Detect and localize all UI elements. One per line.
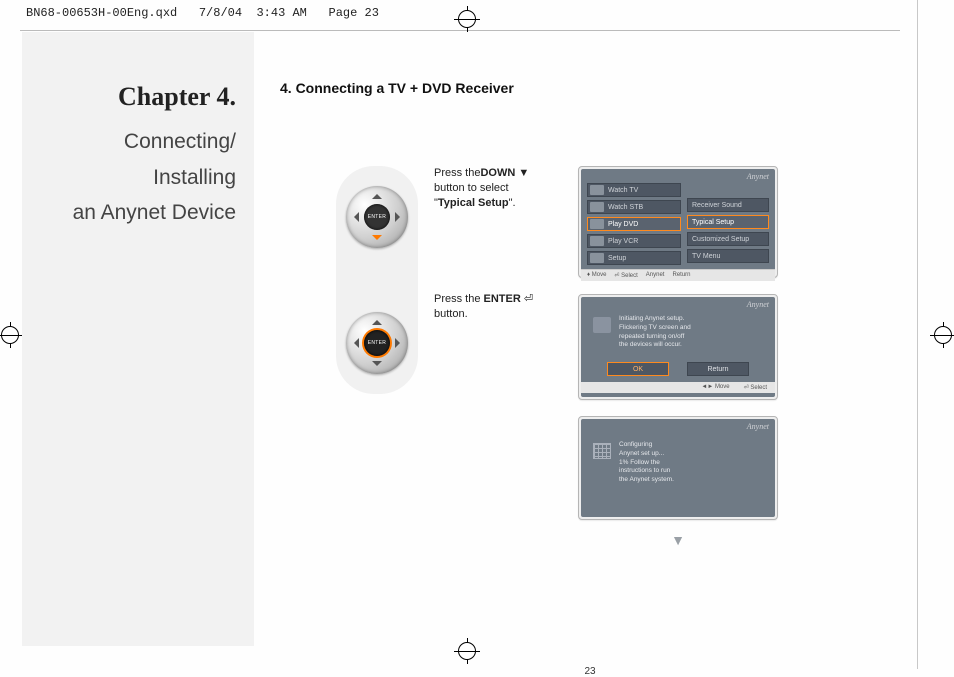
dpad-enter-highlight: ENTER [346,312,408,374]
anynet-logo: Anynet [747,422,769,431]
chapter-line3: an Anynet Device [22,195,236,231]
crop-mark-bottom [454,638,480,664]
return-button[interactable]: Return [687,362,749,376]
meta-time: 3:43 AM [256,6,306,20]
right-rule [917,0,918,669]
enter-icon: ⏎ [524,293,533,305]
menu-item-customized-setup[interactable]: Customized Setup [687,232,769,246]
menu-item-tv-menu[interactable]: TV Menu [687,249,769,263]
ok-button[interactable]: OK [607,362,669,376]
meta-file: BN68-00653H-00Eng.qxd [26,6,177,20]
chapter-line2: Installing [22,160,236,196]
screenshots-column: Anynet Watch TV Watch STB Play DVD Play … [578,166,778,548]
instruction-column: Press theDOWN ▼ button to select "Typica… [434,166,562,418]
chapter-line1: Connecting/ [22,124,236,160]
dialog-footer: ◄► Move ⏎ Select [581,382,775,393]
menu-item-watch-stb[interactable]: Watch STB [587,200,681,214]
dpad-center-label: ENTER [364,330,390,356]
menu-item-watch-tv[interactable]: Watch TV [587,183,681,197]
meta-page: Page 23 [329,6,379,20]
crop-mark-left [0,322,23,348]
dpad-down-highlight: ENTER [346,186,408,248]
menu-item-play-vcr[interactable]: Play VCR [587,234,681,248]
menu-item-setup[interactable]: Setup [587,251,681,265]
instruction-step-1: Press theDOWN ▼ button to select "Typica… [434,166,562,292]
section-title: 4. Connecting a TV + DVD Receiver [280,80,900,96]
menu-right-list: Receiver Sound Typical Setup Customized … [687,183,769,265]
tv-frame-3: Anynet Configuring Anynet set up... 1% F… [578,416,778,520]
print-meta: BN68-00653H-00Eng.qxd 7/8/04 3:43 AM Pag… [26,6,379,20]
setup-icon [593,317,611,333]
tv-frame-2: Anynet Initiating Anynet setup. Flickeri… [578,294,778,400]
menu-left-list: Watch TV Watch STB Play DVD Play VCR Set… [587,183,681,265]
dpad-center-label: ENTER [364,204,390,230]
crop-mark-right [930,322,954,348]
crop-mark-top [454,6,480,32]
continue-arrow-icon: ▼ [578,532,778,548]
meta-date: 7/8/04 [199,6,242,20]
tv-frame-1: Anynet Watch TV Watch STB Play DVD Play … [578,166,778,278]
page-number: 23 [280,666,900,677]
instruction-step-2: Press the ENTER ⏎ button. [434,292,562,418]
menu-item-typical-setup[interactable]: Typical Setup [687,215,769,229]
menu-item-receiver-sound[interactable]: Receiver Sound [687,198,769,212]
menu-footer: ♦ Move ⏎ Select Anynet Return [581,269,775,281]
chapter-sidebar: Chapter 4. Connecting/ Installing an Any… [22,32,254,646]
down-arrow-icon: ▼ [518,167,529,179]
chapter-number: Chapter 4. [22,82,236,112]
anynet-logo: Anynet [747,300,769,309]
chapter-subtitle: Connecting/ Installing an Anynet Device [22,124,236,231]
grid-icon [593,443,611,459]
main-content: 4. Connecting a TV + DVD Receiver ENTER … [280,80,900,548]
remote-column: ENTER ENTER [336,166,418,394]
anynet-logo: Anynet [747,172,769,181]
menu-item-play-dvd[interactable]: Play DVD [587,217,681,231]
progress-text: Configuring Anynet set up... 1% Follow t… [619,441,674,485]
